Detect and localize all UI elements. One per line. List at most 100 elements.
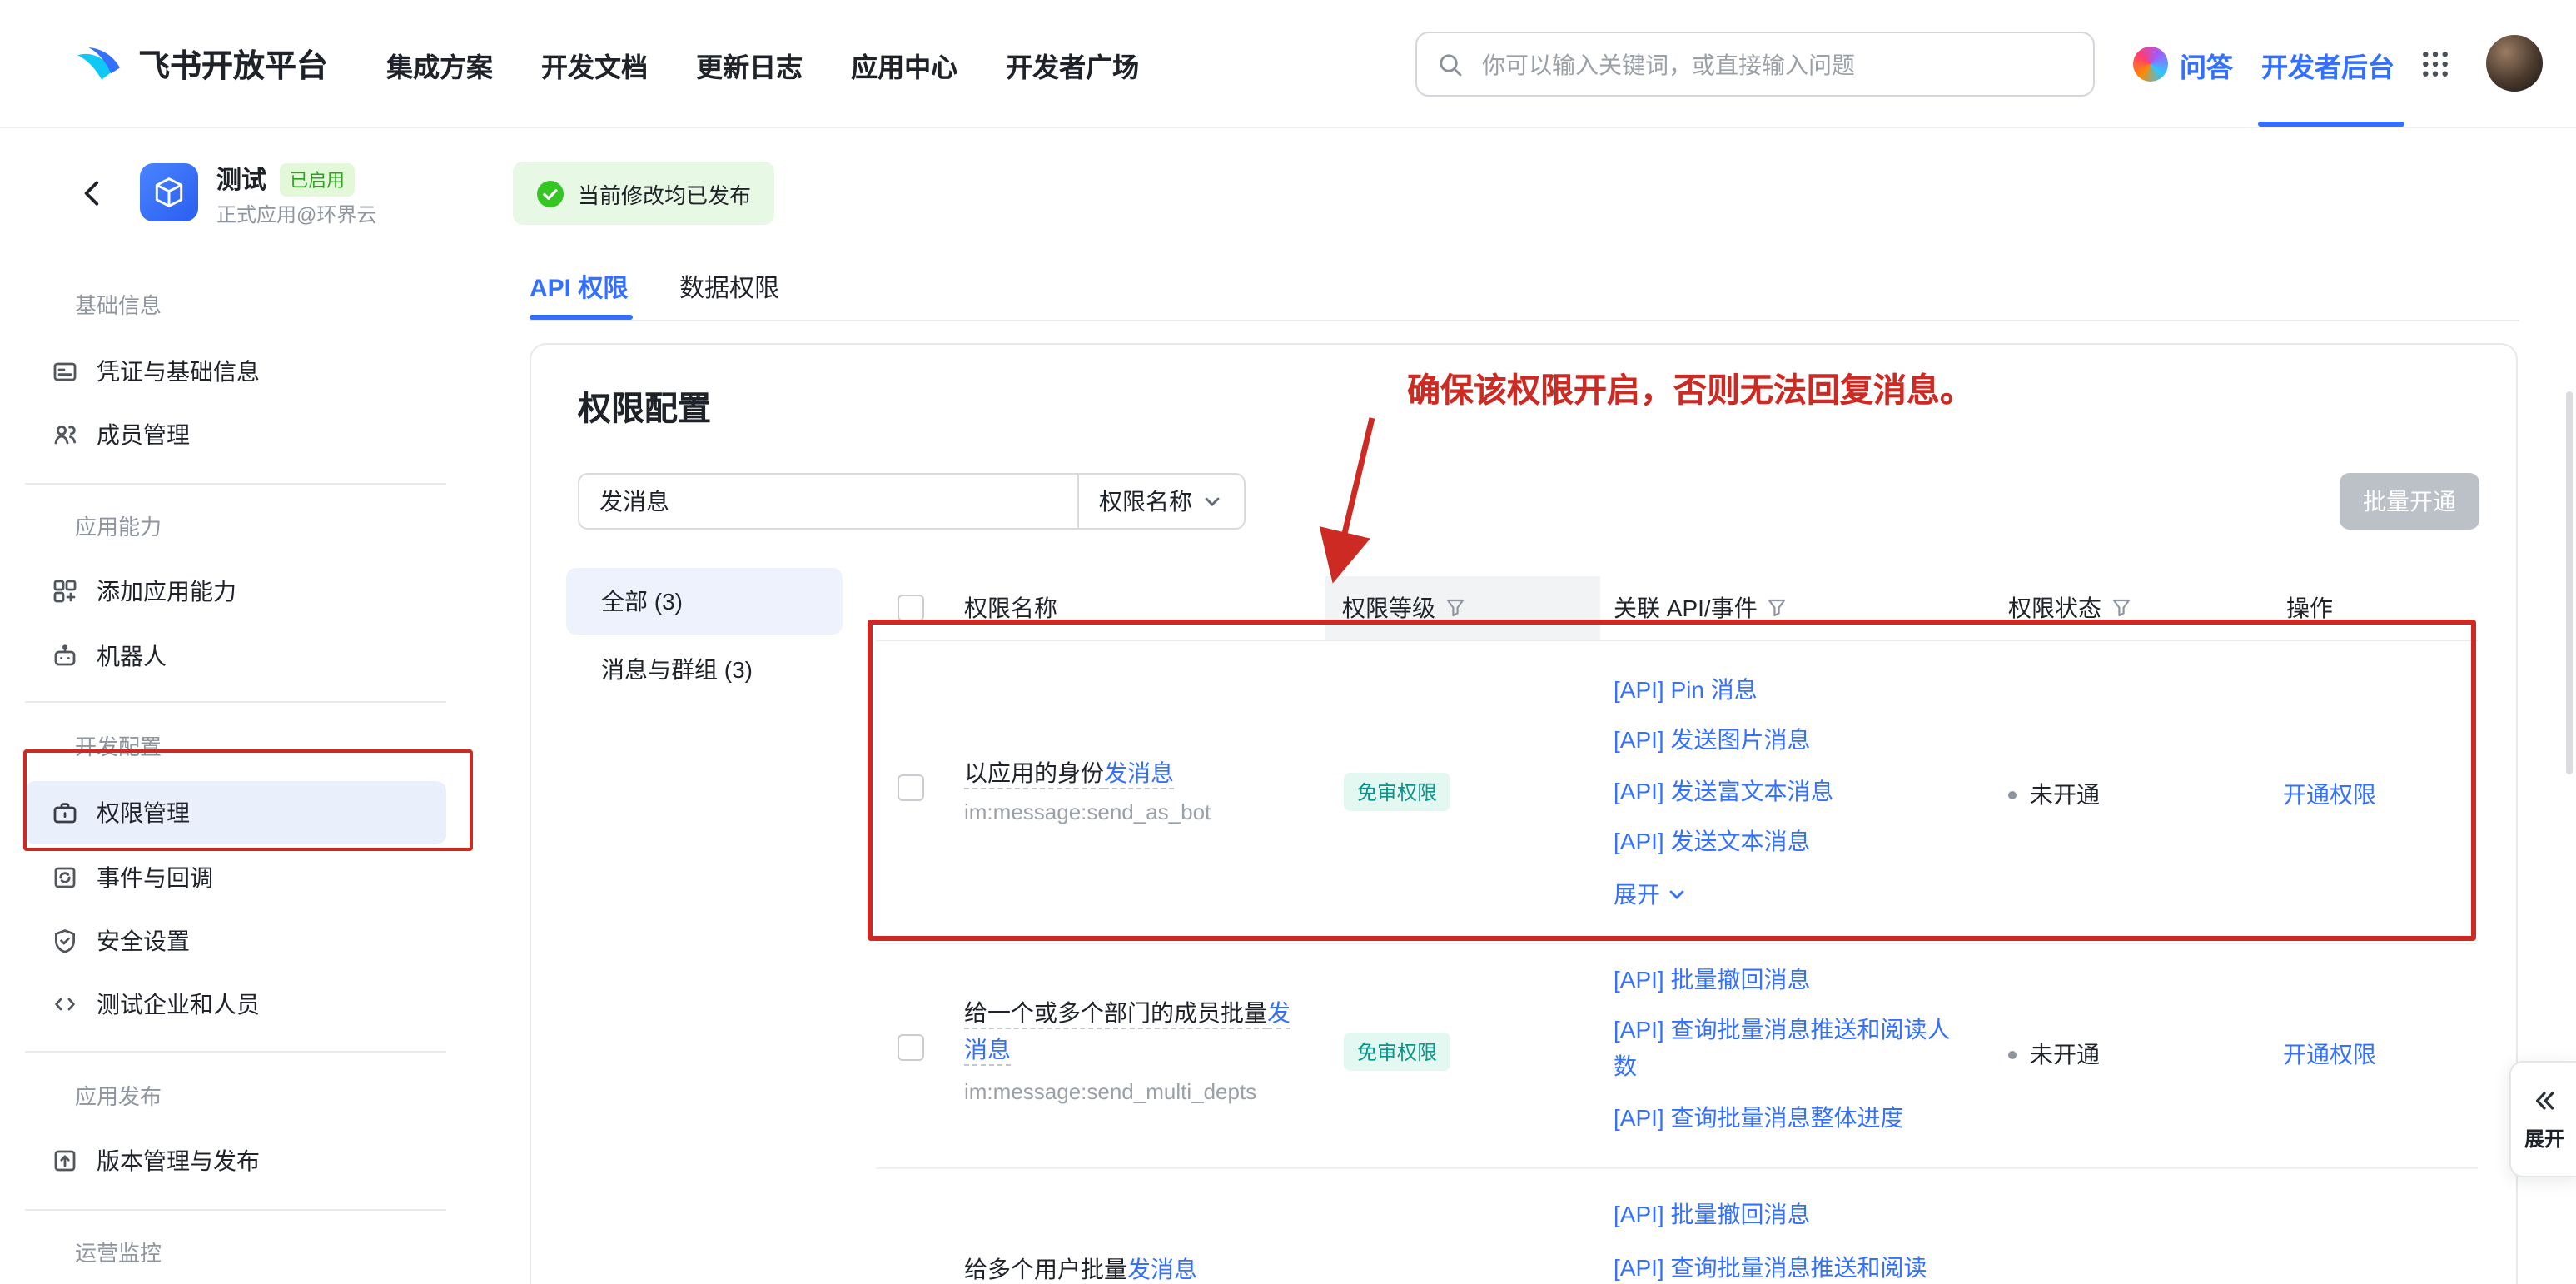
expand-apis-link[interactable]: 展开 [1614, 876, 1685, 913]
check-circle-icon [536, 179, 564, 207]
app-name-row: 测试 已启用 [216, 162, 355, 197]
open-permission-link[interactable]: 开通权限 [2283, 778, 2376, 811]
api-link[interactable]: [API] 批量撤回消息 [1614, 961, 1810, 998]
name-text: 给一个或多个部门的成员批量 [964, 999, 1267, 1026]
sidebar-item-label: 添加应用能力 [97, 575, 236, 608]
nav-item-docs[interactable]: 开发文档 [541, 44, 648, 84]
sidebar-item-test-org[interactable]: 测试企业和人员 [25, 973, 446, 1036]
row-divider [876, 1167, 2478, 1169]
sidebar-item-label: 事件与回调 [97, 861, 213, 894]
nav-item-app-center[interactable]: 应用中心 [851, 44, 957, 84]
tab-data-permissions[interactable]: 数据权限 [679, 270, 779, 305]
top-navbar: 飞书开放平台 集成方案 开发文档 更新日志 应用中心 开发者广场 问答 开发者后… [0, 0, 2576, 128]
header-related-apis: 关联 API/事件 [1614, 576, 1788, 640]
qa-icon [2133, 47, 2168, 82]
api-link[interactable]: [API] 查询批量消息整体进度 [1614, 1099, 1903, 1136]
filter-funnel-icon[interactable] [1768, 598, 1788, 618]
api-link[interactable]: [API] 发送文本消息 [1614, 823, 1810, 859]
nav-item-integration[interactable]: 集成方案 [386, 44, 493, 84]
status-dot-icon [2008, 1050, 2017, 1058]
batch-open-button[interactable]: 批量开通 [2340, 473, 2479, 530]
permission-name[interactable]: 给一个或多个部门的成员批量发消息 [964, 994, 1297, 1068]
sidebar-item-credentials[interactable]: 凭证与基础信息 [25, 340, 446, 403]
publish-status-pill: 当前修改均已发布 [513, 162, 774, 225]
permission-name[interactable]: 给多个用户批量发消息 [964, 1251, 1197, 1284]
expand-panel-label: 展开 [2524, 1123, 2564, 1152]
tab-api-permissions[interactable]: API 权限 [530, 270, 628, 305]
double-chevron-left-icon [2531, 1087, 2558, 1113]
permission-level-badge: 免审权限 [1344, 1033, 1450, 1071]
console-active-underline [2258, 122, 2404, 127]
nav-item-dev-square[interactable]: 开发者广场 [1006, 44, 1139, 84]
sidebar-item-label: 权限管理 [97, 796, 190, 829]
global-search-input[interactable] [1479, 49, 2073, 79]
sidebar-item-bot[interactable]: 机器人 [25, 625, 446, 688]
category-all[interactable]: 全部 (3) [566, 568, 843, 635]
permission-search-input[interactable] [578, 473, 1077, 530]
sidebar-item-label: 版本管理与发布 [97, 1144, 260, 1177]
sidebar-divider [25, 701, 446, 703]
status-dot-icon [2008, 790, 2017, 799]
api-link[interactable]: [API] Pin 消息 [1614, 671, 1758, 708]
sidebar-item-add-capability[interactable]: 添加应用能力 [25, 560, 446, 623]
sidebar-item-label: 凭证与基础信息 [97, 355, 260, 388]
sidebar-divider [25, 1209, 446, 1211]
permission-config-card: 权限配置 权限名称 批量开通 全部 (3) 消息与群组 (3) 权限名称 权限等… [530, 343, 2518, 1284]
status-cell: 未开通 [2008, 778, 2100, 811]
event-callback-icon [52, 864, 78, 891]
apps-grid-icon[interactable] [2421, 50, 2449, 78]
header-permission-status: 权限状态 [2008, 576, 2131, 640]
feishu-logo-icon [73, 39, 123, 89]
open-permission-link[interactable]: 开通权限 [2283, 1038, 2376, 1071]
category-message-group[interactable]: 消息与群组 (3) [566, 636, 843, 703]
header-divider [876, 640, 2478, 641]
sidebar-section-basic: 基础信息 [75, 286, 162, 326]
filter-funnel-icon[interactable] [2111, 598, 2131, 618]
topnav-menu: 集成方案 开发文档 更新日志 应用中心 开发者广场 [386, 0, 1139, 128]
qa-nav[interactable]: 问答 [2133, 0, 2233, 128]
back-icon[interactable] [77, 177, 108, 208]
sidebar-item-events[interactable]: 事件与回调 [25, 846, 446, 909]
brand[interactable]: 飞书开放平台 [73, 0, 328, 128]
sidebar-section-capability: 应用能力 [75, 508, 162, 548]
global-search[interactable] [1415, 32, 2095, 97]
sidebar-divider [25, 483, 446, 485]
api-link[interactable]: [API] 查询批量消息推送和阅读人数 [1614, 1011, 1958, 1084]
filter-selected-value: 权限名称 [1099, 485, 1192, 518]
scrollbar-thumb[interactable] [2566, 391, 2573, 774]
robot-icon [52, 643, 78, 669]
chevron-down-icon [1668, 888, 1685, 900]
tabs-divider [530, 320, 2519, 321]
select-all-checkbox[interactable] [898, 595, 924, 621]
qa-label: 问答 [2180, 44, 2233, 84]
status-cell: 未开通 [2008, 1038, 2100, 1071]
row-checkbox[interactable] [898, 774, 924, 801]
api-link[interactable]: [API] 发送富文本消息 [1614, 773, 1833, 809]
header-action: 操作 [2286, 576, 2333, 640]
console-nav[interactable]: 开发者后台 [2261, 0, 2394, 128]
permission-code: im:message:send_as_bot [964, 799, 1211, 824]
filter-funnel-icon[interactable] [1445, 598, 1465, 618]
sidebar-item-members[interactable]: 成员管理 [25, 403, 446, 466]
add-capability-icon [52, 578, 78, 605]
api-link[interactable]: [API] 批量撤回消息 [1614, 1196, 1810, 1232]
avatar[interactable] [2486, 35, 2543, 92]
row-checkbox[interactable] [898, 1034, 924, 1061]
briefcase-icon [52, 799, 78, 826]
nav-item-changelog[interactable]: 更新日志 [696, 44, 803, 84]
api-link[interactable]: [API] 查询批量消息推送和阅读 [1614, 1249, 1963, 1284]
sidebar-item-security[interactable]: 安全设置 [25, 909, 446, 973]
sidebar-item-label: 安全设置 [97, 924, 190, 958]
permission-name[interactable]: 以应用的身份发消息 [964, 754, 1174, 791]
sidebar-item-version-release[interactable]: 版本管理与发布 [25, 1129, 446, 1192]
publish-status-text: 当前修改均已发布 [578, 177, 751, 209]
release-upload-icon [52, 1147, 78, 1174]
side-expand-button[interactable]: 展开 [2509, 1061, 2576, 1177]
sidebar-item-permissions[interactable]: 权限管理 [25, 781, 446, 844]
permission-search-filter-dropdown[interactable]: 权限名称 [1077, 473, 1246, 530]
sidebar-item-label: 成员管理 [97, 418, 190, 451]
sidebar-section-dev-config: 开发配置 [75, 728, 162, 768]
sidebar-item-label: 测试企业和人员 [97, 988, 260, 1021]
sidebar-divider [25, 1051, 446, 1053]
api-link[interactable]: [API] 发送图片消息 [1614, 721, 1810, 758]
